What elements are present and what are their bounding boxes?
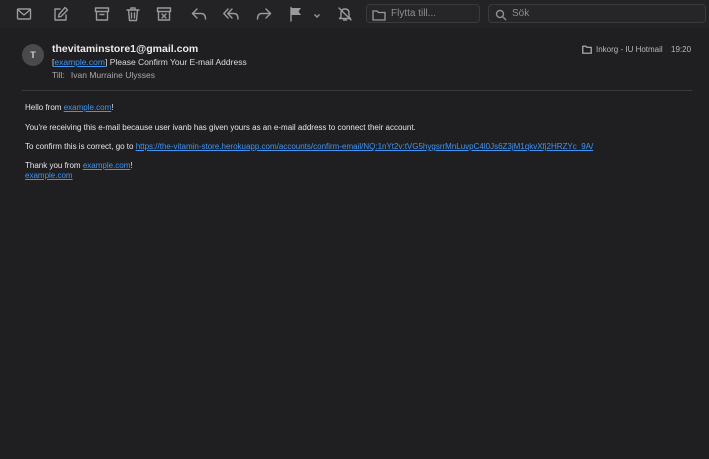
search-input[interactable] bbox=[512, 8, 692, 19]
signature-line: example.com bbox=[25, 171, 73, 180]
message-time: 19:20 bbox=[671, 45, 692, 54]
subject-text: Please Confirm Your E-mail Address bbox=[109, 57, 247, 67]
confirm-line: To confirm this is correct, go to https:… bbox=[25, 142, 593, 151]
header-divider bbox=[22, 90, 692, 91]
bell-slash-icon[interactable] bbox=[336, 5, 354, 23]
search-field[interactable] bbox=[488, 4, 706, 23]
chevron-down-icon[interactable] bbox=[312, 8, 322, 18]
toolbar: Flytta till... bbox=[0, 0, 709, 28]
greeting-suffix: ! bbox=[111, 103, 114, 112]
greeting-link[interactable]: example.com bbox=[64, 103, 112, 112]
recipient-name[interactable]: Ivan Murraine Ulysses bbox=[71, 70, 155, 80]
junk-icon[interactable] bbox=[155, 5, 173, 23]
to-label: Till: bbox=[52, 70, 65, 80]
greeting-prefix: Hello from bbox=[25, 103, 64, 112]
confirm-prefix: To confirm this is correct, go to bbox=[25, 142, 136, 151]
thanks-suffix: ! bbox=[130, 161, 133, 170]
move-to-folder-field[interactable]: Flytta till... bbox=[366, 4, 480, 23]
envelope-icon[interactable] bbox=[15, 5, 33, 23]
forward-icon[interactable] bbox=[255, 5, 273, 23]
trash-icon[interactable] bbox=[124, 5, 142, 23]
search-icon bbox=[495, 8, 507, 20]
reply-all-icon[interactable] bbox=[222, 5, 240, 23]
flag-icon[interactable] bbox=[287, 5, 305, 23]
compose-icon[interactable] bbox=[52, 5, 70, 23]
signature-link[interactable]: example.com bbox=[25, 171, 73, 180]
folder-icon bbox=[372, 8, 386, 21]
thanks-prefix: Thank you from bbox=[25, 161, 83, 170]
subject-link[interactable]: example.com bbox=[54, 57, 105, 67]
thanks-line: Thank you from example.com! bbox=[25, 161, 133, 170]
greeting-line: Hello from example.com! bbox=[25, 103, 114, 112]
sender-address[interactable]: thevitaminstore1@gmail.com bbox=[52, 43, 198, 55]
archive-icon[interactable] bbox=[93, 5, 111, 23]
confirm-email-link[interactable]: https://the-vitamin-store.herokuapp.com/… bbox=[136, 142, 594, 151]
mailbox-label: Inkorg - IU Hotmail bbox=[582, 45, 663, 54]
thanks-link[interactable]: example.com bbox=[83, 161, 131, 170]
reply-icon[interactable] bbox=[190, 5, 208, 23]
body-paragraph: You're receiving this e-mail because use… bbox=[25, 123, 416, 132]
move-to-placeholder: Flytta till... bbox=[391, 8, 437, 19]
subject-line: [example.com] Please Confirm Your E-mail… bbox=[52, 57, 247, 67]
recipient-line: Till: Ivan Murraine Ulysses bbox=[52, 70, 155, 80]
mailbox-name: Inkorg - IU Hotmail bbox=[596, 45, 663, 54]
subject-bracket-close: ] bbox=[104, 57, 108, 67]
folder-icon bbox=[582, 45, 592, 54]
avatar: T bbox=[22, 44, 44, 66]
